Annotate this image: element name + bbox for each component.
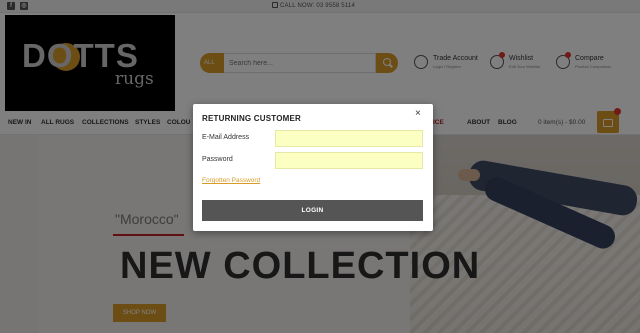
email-label: E-Mail Address <box>202 134 250 141</box>
email-field[interactable] <box>275 130 423 147</box>
forgotten-password-link[interactable]: Forgotten Password <box>202 177 260 184</box>
password-label: Password <box>202 156 233 163</box>
login-button[interactable]: LOGIN <box>202 200 423 221</box>
login-modal: RETURNING CUSTOMER × E-Mail Address Pass… <box>193 104 433 231</box>
password-field[interactable] <box>275 152 423 169</box>
close-icon[interactable]: × <box>415 109 421 119</box>
modal-title: RETURNING CUSTOMER <box>202 114 302 123</box>
